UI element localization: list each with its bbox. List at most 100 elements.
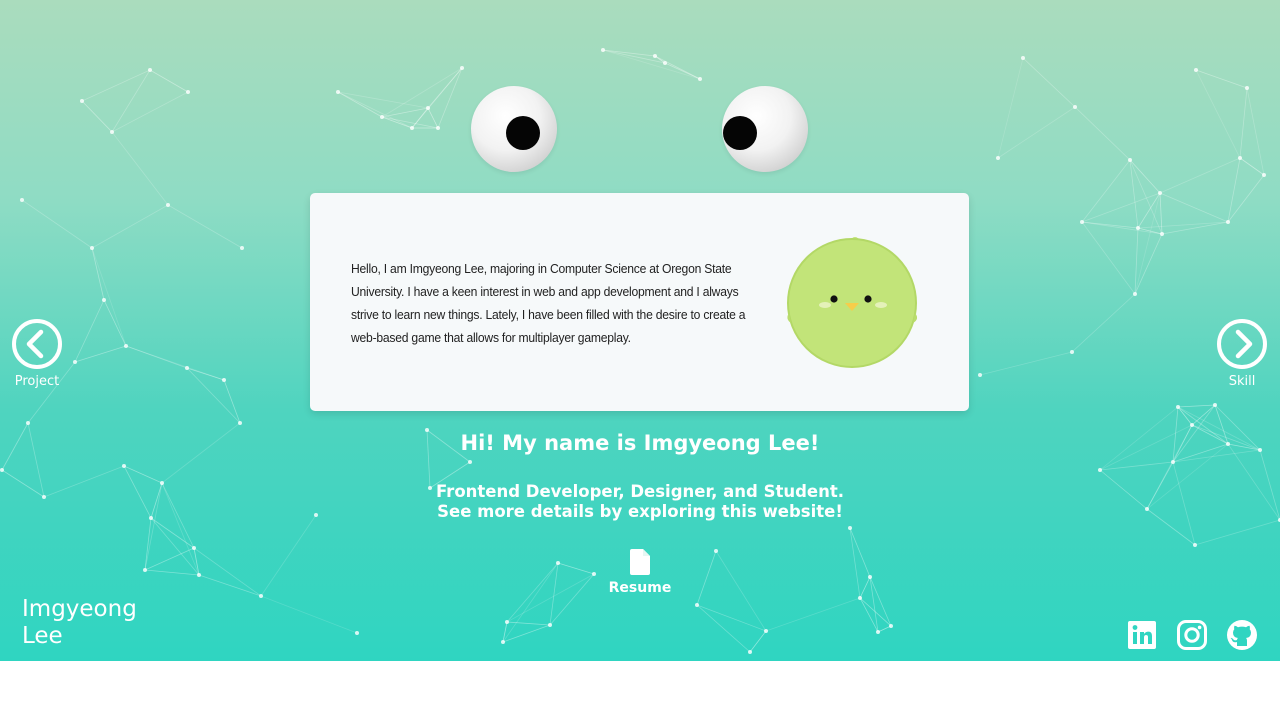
network-node (1190, 423, 1194, 427)
network-node (501, 640, 505, 644)
network-line (91, 247, 127, 347)
brand-line-1: Imgyeong (22, 596, 137, 622)
network-line (502, 562, 559, 643)
network-node (1171, 460, 1175, 464)
network-line (1227, 174, 1265, 223)
right-pupil (723, 116, 757, 150)
network-line (144, 569, 200, 576)
network-line (167, 204, 243, 249)
network-node (240, 246, 244, 250)
network-node (143, 568, 147, 572)
network-node (505, 620, 509, 624)
network-line (549, 573, 595, 626)
resume-button[interactable]: Resume (600, 549, 680, 596)
network-line (1159, 192, 1229, 223)
network-line (223, 379, 241, 424)
github-icon[interactable] (1226, 619, 1258, 651)
network-line (1081, 221, 1136, 295)
left-pupil (506, 116, 540, 150)
network-node (460, 66, 464, 70)
network-line (411, 67, 463, 129)
right-eye (722, 86, 808, 172)
network-line (111, 91, 189, 133)
network-node (876, 630, 880, 634)
network-node (102, 298, 106, 302)
network-node (601, 48, 605, 52)
network-node (556, 561, 560, 565)
network-line (1246, 87, 1265, 176)
intro-text: Hello, I am Imgyeong Lee, majoring in Co… (351, 261, 746, 345)
network-node (166, 203, 170, 207)
network-line (859, 576, 871, 599)
network-node (1080, 220, 1084, 224)
network-line (1099, 461, 1174, 471)
network-line (91, 247, 105, 301)
network-line (849, 527, 861, 599)
network-line (193, 547, 200, 576)
network-line (997, 57, 1024, 159)
network-line (81, 69, 151, 102)
network-node (336, 90, 340, 94)
network-node (1136, 226, 1140, 230)
network-node (748, 650, 752, 654)
network-node (848, 526, 852, 530)
network-node (0, 468, 4, 472)
network-line (696, 604, 767, 632)
network-node (1133, 292, 1137, 296)
network-node (1128, 158, 1132, 162)
network-line (81, 100, 113, 133)
nav-next-button[interactable]: Skill (1212, 318, 1272, 389)
document-icon (630, 549, 650, 575)
network-line (749, 630, 767, 653)
network-node (185, 366, 189, 370)
network-node (1238, 156, 1242, 160)
network-line (111, 131, 169, 206)
network-line (1239, 157, 1265, 176)
network-line (123, 465, 163, 484)
network-line (74, 345, 127, 363)
network-line (1159, 157, 1241, 194)
network-line (337, 91, 413, 129)
nav-prev-button[interactable]: Project (7, 318, 67, 389)
chick-avatar (787, 237, 918, 368)
network-line (260, 595, 358, 634)
network-node (148, 68, 152, 72)
network-node (380, 115, 384, 119)
network-line (877, 625, 892, 633)
network-line (997, 106, 1076, 159)
network-line (1159, 192, 1163, 235)
network-node (1070, 350, 1074, 354)
network-node (1193, 543, 1197, 547)
network-line (602, 49, 701, 80)
network-node (90, 246, 94, 250)
network-node (714, 549, 718, 553)
linkedin-icon[interactable] (1126, 619, 1158, 651)
network-node (653, 54, 657, 58)
network-line (765, 597, 861, 632)
network-node (1213, 403, 1217, 407)
network-node (592, 572, 596, 576)
network-line (1194, 519, 1280, 546)
network-node (468, 460, 472, 464)
network-line (506, 573, 595, 623)
resume-label: Resume (608, 580, 672, 596)
network-line (849, 527, 871, 578)
network-node (868, 575, 872, 579)
network-line (696, 550, 717, 606)
network-node (122, 464, 126, 468)
network-line (1177, 404, 1216, 408)
network-line (506, 621, 551, 626)
network-line (381, 116, 413, 129)
network-line (1191, 404, 1216, 426)
network-node (858, 596, 862, 600)
brand-logo[interactable]: Imgyeong Lee (22, 596, 137, 650)
network-line (715, 550, 767, 632)
network-line (664, 62, 701, 80)
network-node (436, 126, 440, 130)
brand-line-2: Lee (22, 623, 63, 649)
instagram-icon[interactable] (1176, 619, 1208, 651)
network-node (996, 156, 1000, 160)
network-line (437, 67, 463, 129)
network-node (80, 99, 84, 103)
network-node (410, 126, 414, 130)
